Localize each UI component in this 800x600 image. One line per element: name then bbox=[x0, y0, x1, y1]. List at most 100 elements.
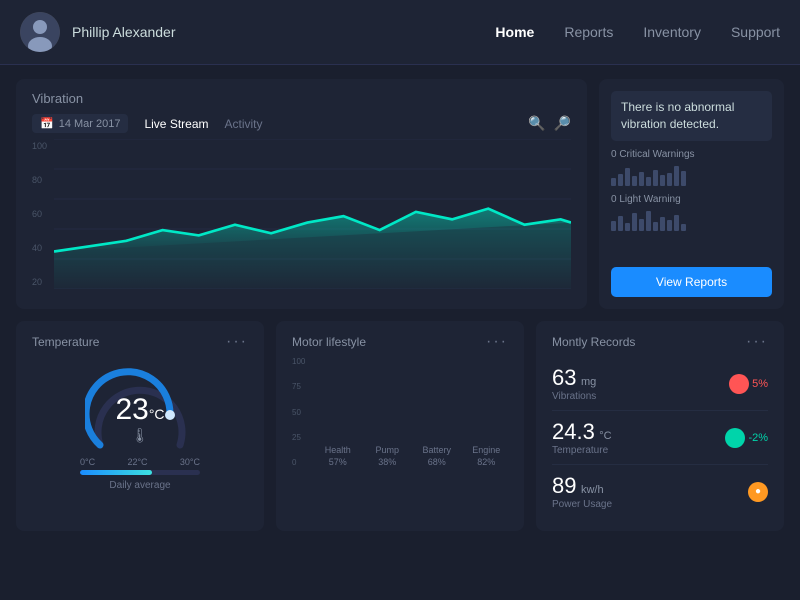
temp-display: 🌡 23°C 0°C 22°C 30°C Daily averag bbox=[32, 357, 248, 495]
main-content: Vibration 📅 14 Mar 2017 Live Stream Acti… bbox=[0, 65, 800, 545]
bar-col-battery: Battery 68% bbox=[415, 443, 459, 467]
mini-bar bbox=[667, 220, 672, 231]
alerts-card: There is no abnormal vibration detected.… bbox=[599, 79, 784, 309]
vibration-title: Vibration bbox=[32, 91, 571, 106]
motor-dots-menu[interactable]: ··· bbox=[486, 333, 508, 351]
mini-bar bbox=[674, 166, 679, 186]
nav-links: Home Reports Inventory Support bbox=[495, 24, 780, 40]
calendar-icon: 📅 bbox=[40, 117, 54, 130]
light-warning-section: 0 Light Warning bbox=[611, 194, 772, 231]
light-warning-label: 0 Light Warning bbox=[611, 194, 772, 205]
nav-home[interactable]: Home bbox=[495, 24, 534, 40]
zoom-icons: 🔍 🔎 bbox=[528, 115, 571, 132]
metric-vibrations-unit: mg bbox=[581, 376, 596, 388]
bar-pct-health: 57% bbox=[329, 457, 347, 467]
bar-label-engine: Engine bbox=[472, 445, 500, 455]
mini-bar bbox=[611, 178, 616, 186]
top-row: Vibration 📅 14 Mar 2017 Live Stream Acti… bbox=[16, 79, 784, 309]
mini-bar bbox=[646, 211, 651, 231]
date-badge: 📅 14 Mar 2017 bbox=[32, 114, 128, 133]
temp-slider-bar[interactable] bbox=[80, 470, 200, 475]
bar-pct-battery: 68% bbox=[428, 457, 446, 467]
temp-value: 23°C bbox=[115, 393, 164, 427]
metric-temp-badge: ▼ -2% bbox=[725, 428, 768, 448]
bar-pct-pump: 38% bbox=[378, 457, 396, 467]
nav-username: Phillip Alexander bbox=[72, 24, 176, 40]
navbar: Phillip Alexander Home Reports Inventory… bbox=[0, 0, 800, 65]
temp-footer: 0°C 22°C 30°C Daily average bbox=[80, 457, 200, 491]
y-axis-labels: 100 80 60 40 20 bbox=[32, 139, 54, 289]
mini-bar bbox=[681, 171, 686, 186]
tab-activity[interactable]: Activity bbox=[225, 117, 263, 131]
temp-dots-menu[interactable]: ··· bbox=[226, 333, 248, 351]
mini-bar bbox=[625, 223, 630, 231]
nav-reports[interactable]: Reports bbox=[564, 24, 613, 40]
metric-row-temperature: 24.3 °C Temperature ▼ -2% bbox=[552, 411, 768, 465]
light-warning-bars bbox=[611, 209, 772, 231]
mini-bar bbox=[618, 216, 623, 231]
bar-col-health: Health 57% bbox=[316, 441, 360, 467]
temperature-card: Temperature ··· 🌡 23 bbox=[16, 321, 264, 531]
metric-temp-unit: °C bbox=[599, 430, 611, 442]
mini-bar bbox=[646, 177, 651, 186]
temp-badge-circle: ▼ bbox=[725, 428, 745, 448]
view-reports-button[interactable]: View Reports bbox=[611, 267, 772, 297]
metric-vibrations-value: 63 bbox=[552, 365, 576, 390]
metric-power-unit: kw/h bbox=[581, 484, 604, 496]
mini-bar bbox=[632, 176, 637, 186]
bottom-row: Temperature ··· 🌡 23 bbox=[16, 321, 784, 531]
gauge-wrapper: 🌡 23°C bbox=[85, 365, 195, 455]
zoom-in-icon[interactable]: 🔍 bbox=[528, 115, 545, 132]
daily-avg: Daily average bbox=[109, 480, 170, 491]
monthly-records-card: Montly Records ··· 63 mg Vibrations ▲ 5% bbox=[536, 321, 784, 531]
mini-bar bbox=[632, 213, 637, 231]
mini-bar bbox=[618, 174, 623, 186]
metric-power-name: Power Usage bbox=[552, 499, 612, 510]
mini-bar bbox=[639, 219, 644, 231]
metric-temp-info: 24.3 °C Temperature bbox=[552, 419, 612, 456]
zoom-out-icon[interactable]: 🔎 bbox=[554, 115, 571, 132]
mini-bar bbox=[639, 172, 644, 186]
mini-bar bbox=[681, 224, 686, 231]
motor-y-labels: 100 75 50 25 0 bbox=[292, 357, 305, 467]
mini-bar bbox=[660, 175, 665, 186]
motor-title: Motor lifestyle bbox=[292, 335, 366, 349]
motor-card-header: Motor lifestyle ··· bbox=[292, 333, 508, 351]
critical-warnings-section: 0 Critical Warnings bbox=[611, 149, 772, 186]
metric-row-vibrations: 63 mg Vibrations ▲ 5% bbox=[552, 357, 768, 411]
date-value: 14 Mar 2017 bbox=[59, 118, 121, 130]
critical-warnings-bars bbox=[611, 164, 772, 186]
monthly-card-header: Montly Records ··· bbox=[552, 333, 768, 351]
mini-bar bbox=[660, 217, 665, 231]
nav-support[interactable]: Support bbox=[731, 24, 780, 40]
temp-card-header: Temperature ··· bbox=[32, 333, 248, 351]
temp-slider-labels: 0°C 22°C 30°C bbox=[80, 457, 200, 467]
temp-slider-fill bbox=[80, 470, 152, 475]
bars-group: Health 57% Pump 38% bbox=[316, 357, 508, 487]
vibrations-badge-circle: ▲ bbox=[729, 374, 749, 394]
motor-card: Motor lifestyle ··· 100 75 50 25 0 bbox=[276, 321, 524, 531]
temp-title: Temperature bbox=[32, 335, 99, 349]
mini-bar bbox=[625, 168, 630, 186]
metric-row-power: 89 kw/h Power Usage ● bbox=[552, 465, 768, 518]
bar-col-pump: Pump 38% bbox=[366, 443, 410, 467]
nav-left: Phillip Alexander bbox=[20, 12, 495, 52]
avatar bbox=[20, 12, 60, 52]
bar-label-pump: Pump bbox=[375, 445, 399, 455]
chart-tabs: 📅 14 Mar 2017 Live Stream Activity 🔍 🔎 bbox=[32, 114, 571, 133]
mini-bar bbox=[674, 215, 679, 231]
vibration-line-chart bbox=[54, 139, 571, 289]
vibration-card: Vibration 📅 14 Mar 2017 Live Stream Acti… bbox=[16, 79, 587, 309]
monthly-dots-menu[interactable]: ··· bbox=[746, 333, 768, 351]
chart-svg-container bbox=[54, 139, 571, 289]
vibration-chart-area: 100 80 60 40 20 bbox=[32, 139, 571, 289]
mini-bar bbox=[611, 221, 616, 231]
bar-label-health: Health bbox=[325, 445, 351, 455]
nav-inventory[interactable]: Inventory bbox=[643, 24, 701, 40]
svg-text:🌡: 🌡 bbox=[131, 427, 149, 443]
metric-temp-value: 24.3 bbox=[552, 419, 595, 444]
bar-label-battery: Battery bbox=[422, 445, 451, 455]
tab-livestream[interactable]: Live Stream bbox=[138, 115, 214, 133]
metric-power-value: 89 bbox=[552, 473, 576, 498]
motor-bar-chart: 100 75 50 25 0 Health 57% bbox=[292, 357, 508, 487]
